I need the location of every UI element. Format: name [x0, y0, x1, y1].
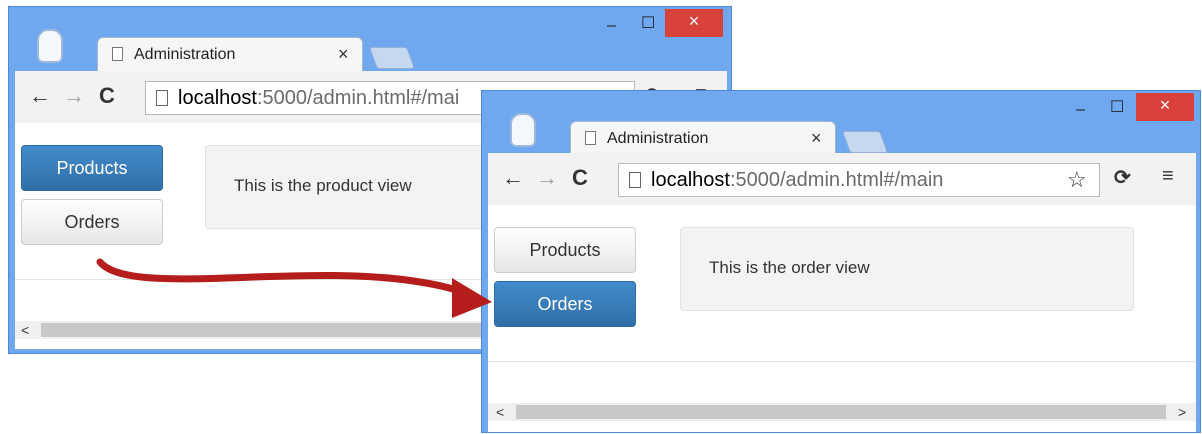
arrowhead-icon — [452, 278, 492, 318]
transition-arrow — [96, 258, 492, 318]
arrow-curve — [96, 258, 472, 298]
